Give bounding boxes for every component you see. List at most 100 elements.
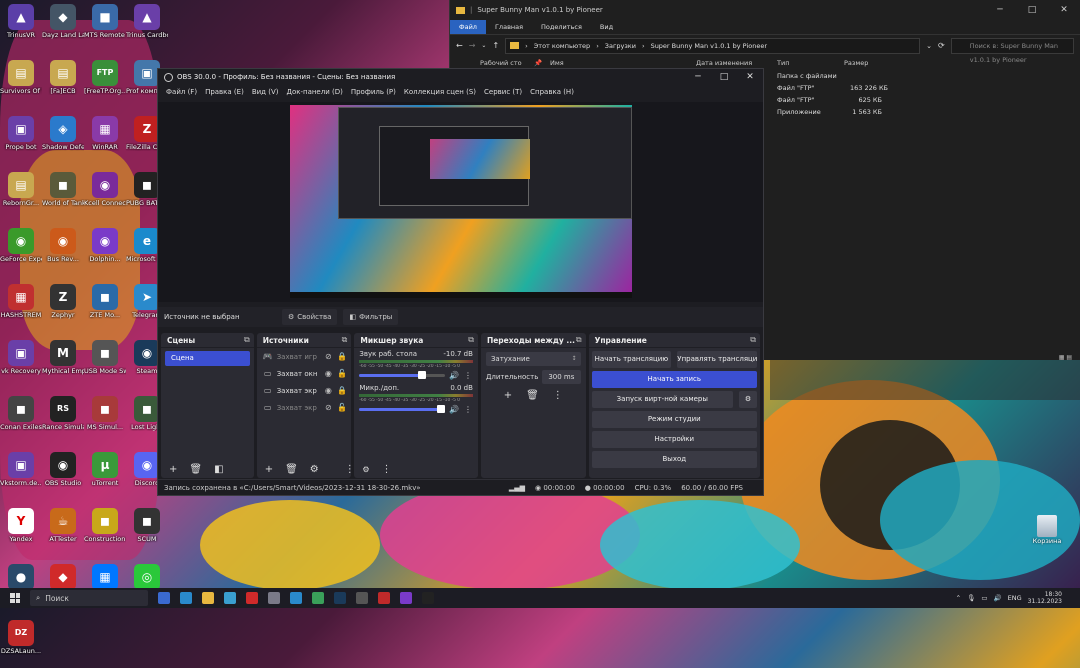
recycle-bin[interactable]: Корзина: [1030, 515, 1064, 545]
desktop-icon[interactable]: ▲Trinus Cardboard: [126, 4, 168, 52]
volume-knob[interactable]: [437, 405, 445, 413]
popout-icon[interactable]: ⧉: [576, 335, 582, 345]
volume-knob[interactable]: [418, 371, 426, 379]
desktop-icon[interactable]: ◼Construction Simulator 4: [84, 508, 126, 556]
file-row[interactable]: Файл "FTP"625 КБ: [770, 96, 890, 108]
duration-input[interactable]: 300 ms: [542, 370, 580, 384]
close-icon[interactable]: ✕: [1048, 5, 1080, 15]
desktop-icon[interactable]: ▣Prope bot: [0, 116, 42, 164]
column-name[interactable]: Имя: [550, 59, 564, 67]
taskbar-app-icon[interactable]: [224, 592, 236, 604]
desktop-icon[interactable]: ◉GeForce Experience: [0, 228, 42, 276]
desktop-icon[interactable]: ▤Survivors Of The Dawn: [0, 60, 42, 108]
desktop-icon[interactable]: ■MTS Remote play: [84, 4, 126, 52]
menu-item[interactable]: Коллекция сцен (S): [400, 88, 480, 96]
close-icon[interactable]: ✕: [737, 72, 763, 82]
popout-icon[interactable]: ⧉: [750, 335, 756, 345]
mic-icon[interactable]: 🎙: [967, 594, 975, 602]
trash-icon[interactable]: 🗑: [526, 390, 539, 401]
ribbon-tab[interactable]: Главная: [486, 23, 532, 31]
popout-icon[interactable]: ⧉: [468, 335, 474, 345]
taskbar-app-icon[interactable]: [334, 592, 346, 604]
menu-item[interactable]: Сервис (T): [480, 88, 526, 96]
desktop-icon[interactable]: ▦WinRAR: [84, 116, 126, 164]
taskbar-app-icon[interactable]: [400, 592, 412, 604]
unlock-icon[interactable]: 🔓: [337, 403, 347, 412]
taskbar-app-icon[interactable]: [158, 592, 170, 604]
desktop-icon[interactable]: ▤[Fa]ECB: [42, 60, 84, 108]
filters-button[interactable]: ◧ Фильтры: [343, 309, 398, 325]
ribbon-tab[interactable]: Поделиться: [532, 23, 591, 31]
minimize-icon[interactable]: ─: [685, 72, 711, 82]
refresh-icon[interactable]: ⟳: [938, 41, 945, 50]
taskbar-app-icon[interactable]: [268, 592, 280, 604]
file-row[interactable]: Файл "FTP"163 226 КБ: [770, 84, 890, 96]
settings-button[interactable]: Настройки: [592, 431, 757, 448]
taskbar-app-icon[interactable]: [378, 592, 390, 604]
desktop-icon[interactable]: FTP[FreeTP.Org...: [84, 60, 126, 108]
desktop-icon[interactable]: ◼World of Tanks Blitz: [42, 172, 84, 220]
ribbon-tab[interactable]: Вид: [591, 23, 622, 31]
desktop-icon[interactable]: MMythical Empires: [42, 340, 84, 388]
source-item[interactable]: ▭ Захват экр ⊘ 🔓: [257, 399, 352, 416]
link-icon[interactable]: ⚙: [362, 465, 369, 474]
eye-hidden-icon[interactable]: ⊘: [323, 352, 333, 361]
lock-icon[interactable]: 🔒: [337, 352, 347, 361]
more-icon[interactable]: ⋮: [382, 464, 392, 475]
menu-item[interactable]: Профиль (P): [347, 88, 400, 96]
menu-item[interactable]: Файл (F): [162, 88, 201, 96]
volume-slider[interactable]: [359, 374, 445, 377]
back-icon[interactable]: ←: [456, 41, 463, 50]
desktop-icon[interactable]: ◈Shadow Defender: [42, 116, 84, 164]
path-segment[interactable]: Загрузки: [605, 42, 636, 50]
path-segment[interactable]: Этот компьютер: [534, 42, 590, 50]
scroll-icons[interactable]: ▦ ▤: [1059, 354, 1072, 361]
minimize-icon[interactable]: ─: [984, 5, 1016, 15]
network-icon[interactable]: ▭: [981, 594, 987, 602]
popout-icon[interactable]: ⧉: [342, 335, 348, 345]
eye-icon[interactable]: ◉: [323, 369, 333, 378]
filter-icon[interactable]: ◧: [214, 464, 223, 475]
desktop-icon[interactable]: ◉OBS Studio: [42, 452, 84, 500]
lock-icon[interactable]: 🔒: [337, 386, 347, 395]
menu-item[interactable]: Справка (H): [526, 88, 578, 96]
more-icon[interactable]: ⋮: [345, 464, 352, 475]
desktop-icon[interactable]: µuTorrent: [84, 452, 126, 500]
desktop-icon[interactable]: ▦HASHSTREM: [0, 284, 42, 332]
file-row[interactable]: Папка с файлами: [770, 72, 890, 84]
taskbar-app-icon[interactable]: [312, 592, 324, 604]
search-input[interactable]: Поиск в: Super Bunny Man v1.0.1 by Pione…: [951, 38, 1074, 54]
desktop-icon[interactable]: ◼Conan Exiles: [0, 396, 42, 444]
desktop-icon[interactable]: ◉Bus Rev...: [42, 228, 84, 276]
unlock-icon[interactable]: 🔓: [337, 369, 347, 378]
desktop-icon[interactable]: ▣vk Recovery: [0, 340, 42, 388]
gear-icon[interactable]: ⚙: [310, 464, 319, 475]
chevron-down-icon[interactable]: ⌄: [481, 42, 486, 49]
volume-slider[interactable]: [359, 408, 445, 411]
source-item[interactable]: ▭ Захват окн ◉ 🔓: [257, 365, 352, 382]
maximize-icon[interactable]: □: [1016, 5, 1048, 15]
desktop-icon[interactable]: ▤RebornGr...: [0, 172, 42, 220]
popout-icon[interactable]: ⧉: [244, 335, 250, 345]
up-icon[interactable]: ↑: [492, 41, 499, 50]
start-record-button[interactable]: Начать запись: [592, 371, 757, 388]
forward-icon[interactable]: →: [469, 41, 476, 50]
more-icon[interactable]: ⋮: [463, 405, 473, 414]
desktop-icon[interactable]: ◆Dayz Land Launcher: [42, 4, 84, 52]
start-icon[interactable]: [10, 593, 20, 603]
preview-canvas[interactable]: [290, 105, 632, 298]
chevron-up-icon[interactable]: ⌃: [956, 594, 961, 602]
desktop-icon[interactable]: ◼ZTE Mo...: [84, 284, 126, 332]
add-icon[interactable]: +: [169, 464, 177, 475]
desktop-icon[interactable]: ◉Dolphin...: [84, 228, 126, 276]
clock[interactable]: 18:30 31.12.2023: [1028, 591, 1062, 605]
trash-icon[interactable]: 🗑: [189, 464, 202, 475]
chevron-down-icon[interactable]: ⌄: [926, 42, 932, 50]
path-segment[interactable]: Super Bunny Man v1.0.1 by Pioneer: [651, 42, 767, 50]
taskbar-app-icon[interactable]: [246, 592, 258, 604]
manage-stream-button[interactable]: Управлять трансляцией: [677, 351, 757, 368]
desktop-icon[interactable]: ▣Vkstorm.de...: [0, 452, 42, 500]
more-icon[interactable]: ⋮: [553, 390, 563, 401]
volume-icon[interactable]: 🔊: [994, 594, 1002, 602]
more-icon[interactable]: ⋮: [463, 371, 473, 380]
